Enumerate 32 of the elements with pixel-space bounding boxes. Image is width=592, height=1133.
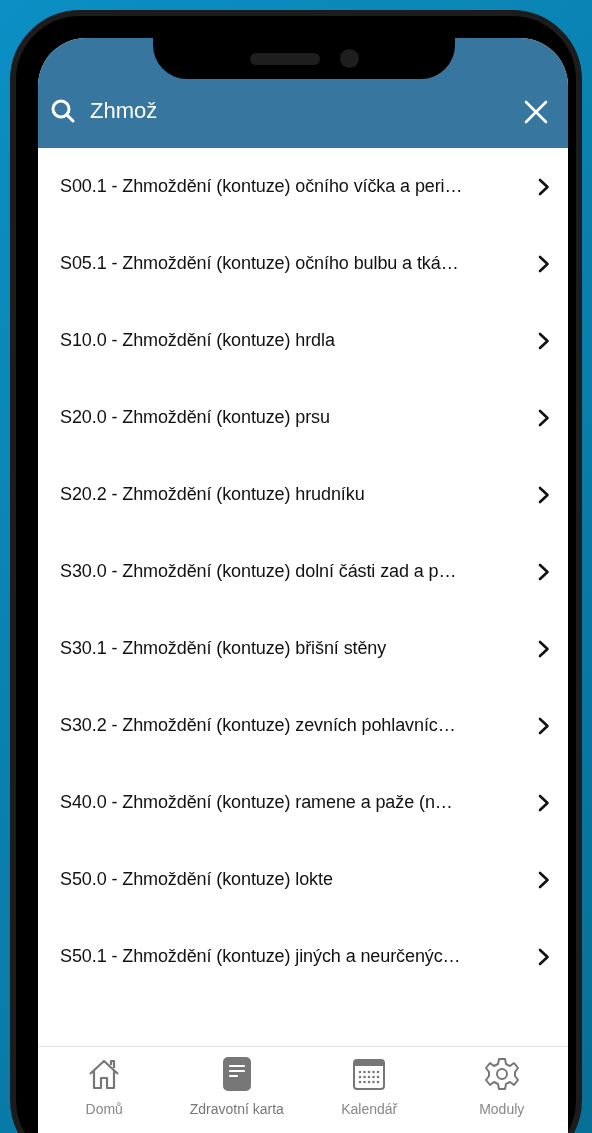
chevron-right-icon [538, 562, 550, 581]
result-item[interactable]: S30.0 - Zhmoždění (kontuze) dolní části zad a p… [38, 533, 568, 610]
result-item[interactable]: S10.0 - Zhmoždění (kontuze) hrdla [38, 302, 568, 379]
search-icon [50, 98, 76, 124]
document-icon [221, 1057, 252, 1091]
result-item[interactable]: S50.1 - Zhmoždění (kontuze) jiných a neurčenýc… [38, 918, 568, 995]
chevron-right-icon [538, 177, 550, 196]
chevron-right-icon [538, 485, 550, 504]
chevron-right-icon [538, 639, 550, 658]
gear-icon [484, 1057, 519, 1091]
result-item[interactable]: S05.1 - Zhmoždění (kontuze) očního bulbu a tká… [38, 225, 568, 302]
tab-bar-item[interactable]: Moduly [435, 1047, 568, 1133]
calendar-icon [352, 1057, 387, 1091]
search-field[interactable]: Zhmož [90, 98, 510, 124]
chevron-right-icon [538, 793, 550, 812]
result-item[interactable]: S50.0 - Zhmoždění (kontuze) lokte [38, 841, 568, 918]
result-item[interactable]: S40.0 - Zhmoždění (kontuze) ramene a paže (n… [38, 764, 568, 841]
result-item[interactable]: S20.0 - Zhmoždění (kontuze) prsu [38, 379, 568, 456]
chevron-right-icon [538, 870, 550, 889]
close-button[interactable] [524, 100, 548, 124]
result-item[interactable]: S30.1 - Zhmoždění (kontuze) břišní stěny [38, 610, 568, 687]
chevron-right-icon [538, 947, 550, 966]
tab-bar-item[interactable]: Kalendář [303, 1047, 436, 1133]
result-item[interactable]: S20.2 - Zhmoždění (kontuze) hrudníku [38, 456, 568, 533]
tab-bar-item[interactable]: Domů [38, 1047, 171, 1133]
chevron-right-icon [538, 254, 550, 273]
chevron-right-icon [538, 331, 550, 350]
result-item[interactable]: S00.1 - Zhmoždění (kontuze) očního víčka a peri… [38, 148, 568, 225]
tab-bar-item[interactable]: Zdravotní karta [170, 1047, 303, 1133]
chevron-right-icon [538, 716, 550, 735]
chevron-right-icon [538, 408, 550, 427]
result-item[interactable]: S30.2 - Zhmoždění (kontuze) zevních pohlavníc… [38, 687, 568, 764]
